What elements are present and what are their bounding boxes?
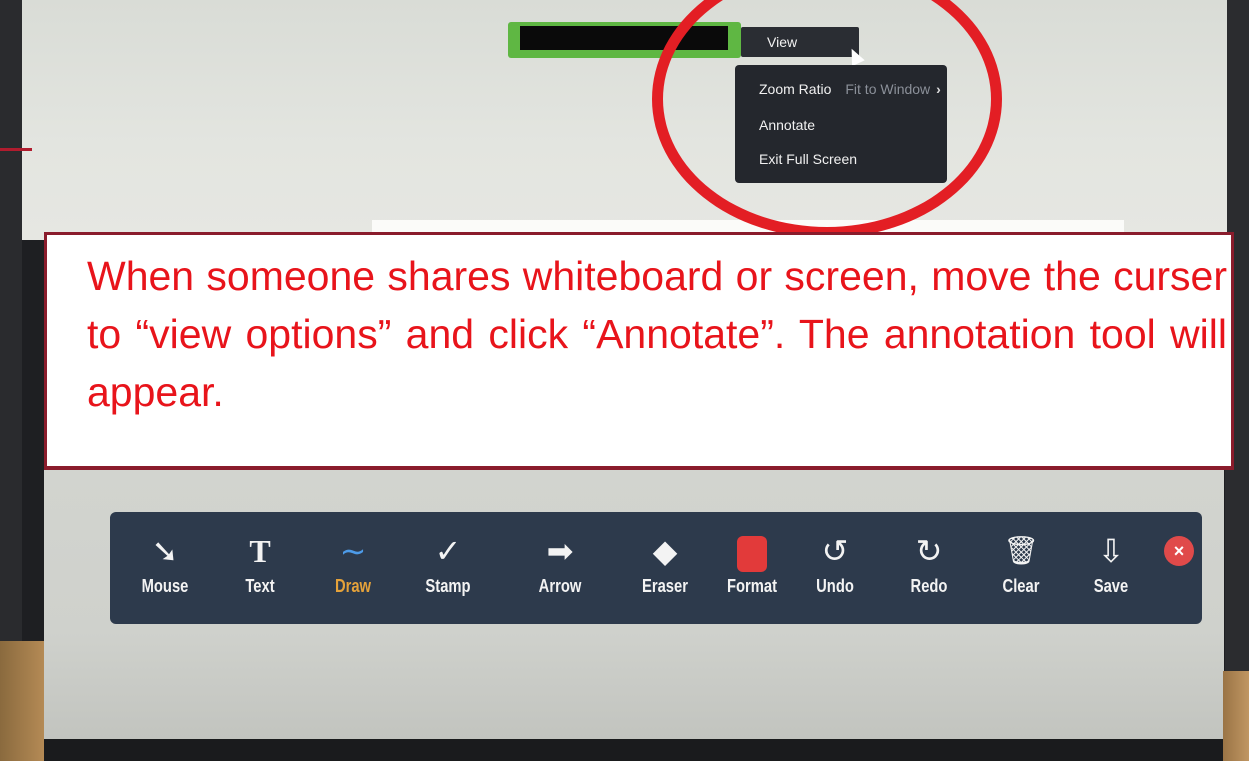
tool-label: Redo [910, 576, 948, 596]
slide-accent-rule [0, 148, 32, 151]
desk-wood-left [0, 641, 44, 761]
instruction-box: When someone shares whiteboard or screen… [44, 232, 1234, 470]
monitor-frame-bottom [0, 739, 1249, 761]
tool-label: Text [245, 576, 275, 596]
save-download-icon: ⇩ [1097, 533, 1125, 569]
tool-arrow[interactable]: ➡ Arrow [525, 530, 595, 597]
tool-label: Draw [334, 576, 372, 596]
tool-stamp[interactable]: ✓ Stamp [413, 530, 483, 597]
tool-label: Mouse [141, 576, 189, 596]
cursor-arrow-icon: ➘ [151, 533, 179, 569]
check-stamp-icon: ✓ [434, 533, 462, 569]
tool-redo[interactable]: ↻ Redo [894, 530, 964, 597]
tool-undo[interactable]: ↺ Undo [800, 530, 870, 597]
tool-mouse[interactable]: ➘ Mouse [130, 530, 200, 597]
text-t-icon: T [249, 533, 271, 569]
tool-format[interactable]: Format [717, 530, 787, 597]
tool-text[interactable]: T Text [225, 530, 295, 597]
format-swatch-icon [737, 535, 767, 572]
draw-wave-icon: ∼ [339, 533, 367, 569]
tool-draw[interactable]: ∼ Draw [318, 530, 388, 597]
trash-icon: 🗑 [1003, 535, 1039, 566]
close-icon[interactable]: × [1164, 536, 1194, 566]
desk-wood-right [1223, 671, 1249, 761]
tool-label: Stamp [425, 576, 471, 596]
undo-icon: ↺ [821, 533, 849, 569]
tool-label: Arrow [538, 576, 582, 596]
arrow-right-icon: ➡ [546, 533, 574, 569]
annotation-toolbar: ➘ Mouse T Text ∼ Draw ✓ Stamp ➡ Arrow ◆ … [110, 512, 1202, 624]
tool-clear[interactable]: 🗑 Clear [986, 530, 1056, 597]
tool-save[interactable]: ⇩ Save [1076, 530, 1146, 597]
tool-label: Format [726, 576, 778, 596]
tool-label: Eraser [642, 576, 688, 596]
tool-label: Clear [1002, 576, 1040, 596]
tool-label: Undo [816, 576, 854, 596]
tool-eraser[interactable]: ◆ Eraser [630, 530, 700, 597]
eraser-icon: ◆ [652, 533, 678, 569]
instruction-text: When someone shares whiteboard or screen… [87, 253, 1227, 415]
tool-label: Save [1093, 576, 1129, 596]
redo-icon: ↻ [915, 533, 943, 569]
